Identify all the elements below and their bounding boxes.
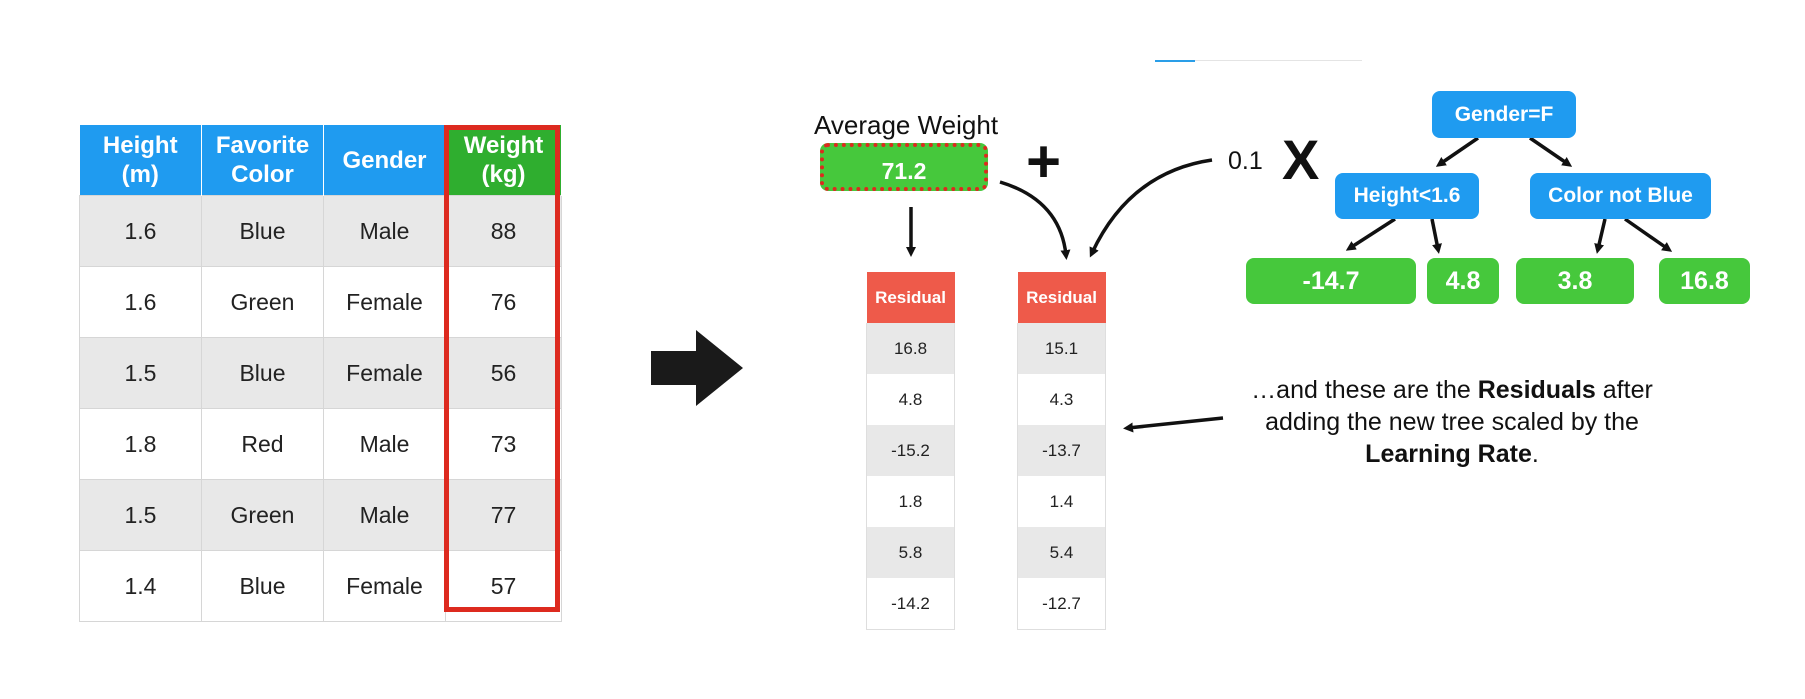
residual-cell: 15.1 — [1017, 323, 1106, 374]
residual-cell: 5.8 — [866, 527, 955, 578]
tree-edge — [1430, 218, 1442, 254]
residual-cell: -14.2 — [866, 578, 955, 630]
tree-edge — [1623, 217, 1673, 252]
tree-leaf: 3.8 — [1516, 258, 1634, 304]
residual-header: Residual — [866, 272, 955, 323]
tree-leaf: 16.8 — [1659, 258, 1750, 304]
tree-right-node: Color not Blue — [1530, 173, 1711, 219]
tree-leaf: 4.8 — [1427, 258, 1499, 304]
tree-edge — [1435, 136, 1479, 167]
tree-leaf: -14.7 — [1246, 258, 1416, 304]
residual-header: Residual — [1017, 272, 1106, 323]
residuals-column-new: Residual 15.1 4.3 -13.7 1.4 5.4 -12.7 — [1017, 272, 1106, 630]
residual-cell: 5.4 — [1017, 527, 1106, 578]
tree-edge — [1529, 136, 1573, 167]
residual-cell: -15.2 — [866, 425, 955, 476]
tree-edge — [1594, 218, 1607, 254]
residual-cell: -12.7 — [1017, 578, 1106, 630]
residual-cell: 1.8 — [866, 476, 955, 527]
residual-cell: 4.8 — [866, 374, 955, 425]
residual-cell: 1.4 — [1017, 476, 1106, 527]
tree-left-node: Height<1.6 — [1335, 173, 1479, 219]
annotation-arrow — [1123, 416, 1224, 433]
annotation-text: …and these are the — [1251, 376, 1478, 404]
avg-to-new-residual-arrow — [999, 180, 1071, 260]
tree-edge — [1345, 217, 1396, 251]
annotation-bold-learning-rate: Learning Rate — [1365, 440, 1532, 468]
residuals-column-old: Residual 16.8 4.8 -15.2 1.8 5.8 -14.2 — [866, 272, 955, 630]
residuals-annotation: …and these are the Residuals after addin… — [1212, 374, 1692, 470]
residual-cell: 4.3 — [1017, 374, 1106, 425]
residual-cell: 16.8 — [866, 323, 955, 374]
residual-cell: -13.7 — [1017, 425, 1106, 476]
tree-root-node: Gender=F — [1432, 91, 1576, 138]
annotation-text: . — [1531, 440, 1539, 468]
annotation-bold-residuals: Residuals — [1477, 376, 1596, 404]
lr-to-new-residual-arrow — [1089, 158, 1213, 258]
